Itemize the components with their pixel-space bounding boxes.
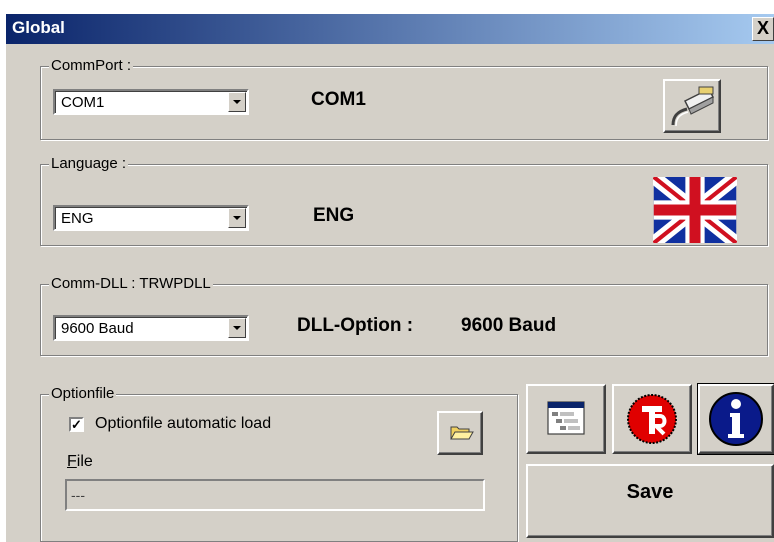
info-icon xyxy=(709,392,763,446)
chevron-down-icon[interactable] xyxy=(228,208,246,228)
dll-option-label: DLL-Option : xyxy=(297,315,414,336)
save-button[interactable]: Save xyxy=(526,464,774,538)
commdll-group-label: Comm-DLL : TRWPDLL xyxy=(49,275,213,293)
dll-option-value: 9600 Baud xyxy=(461,315,557,336)
serial-cable-icon xyxy=(671,86,715,127)
window-settings-icon xyxy=(547,401,585,435)
browse-file-button[interactable] xyxy=(437,411,483,455)
commport-select-value: COM1 xyxy=(61,94,105,111)
commport-current-value: COM1 xyxy=(311,89,366,110)
commport-select[interactable]: COM1 xyxy=(53,89,249,115)
language-select[interactable]: ENG xyxy=(53,205,249,231)
chevron-down-icon[interactable] xyxy=(228,318,246,338)
optionfile-group: Optionfile ✓ Optionfile automatic load F… xyxy=(40,385,518,542)
folder-open-icon xyxy=(450,426,474,440)
autoload-checkbox-label[interactable]: Optionfile automatic load xyxy=(95,415,271,433)
optionfile-group-label: Optionfile xyxy=(49,385,117,403)
settings-button[interactable] xyxy=(526,384,606,454)
commport-group: CommPort : COM1 COM1 xyxy=(40,57,768,140)
autoload-checkbox[interactable]: ✓ xyxy=(69,417,84,432)
info-button[interactable] xyxy=(697,383,774,455)
save-button-label: Save xyxy=(626,481,674,503)
title-bar: Global X xyxy=(6,14,774,44)
language-group-label: Language : xyxy=(49,155,129,173)
language-select-value: ENG xyxy=(61,210,94,227)
commdll-group: Comm-DLL : TRWPDLL 9600 Baud DLL-Option … xyxy=(40,275,768,356)
close-icon: X xyxy=(756,18,769,38)
uk-flag-icon xyxy=(653,177,737,243)
file-path-value: --- xyxy=(71,487,85,503)
commport-group-label: CommPort : xyxy=(49,57,134,75)
window-title: Global xyxy=(12,18,65,37)
commport-config-button[interactable] xyxy=(663,79,721,133)
file-label: File xyxy=(67,453,93,470)
baud-select-value: 9600 Baud xyxy=(61,320,134,337)
language-group: Language : ENG ENG xyxy=(40,155,768,246)
language-current-value: ENG xyxy=(313,205,355,226)
close-button[interactable]: X xyxy=(752,17,774,41)
file-path-field[interactable]: --- xyxy=(65,479,485,511)
trw-button[interactable] xyxy=(612,384,692,454)
global-dialog: Global X CommPort : COM1 COM1 Language :… xyxy=(6,14,774,542)
baud-select[interactable]: 9600 Baud xyxy=(53,315,249,341)
trw-logo-icon xyxy=(627,394,677,444)
chevron-down-icon[interactable] xyxy=(228,92,246,112)
